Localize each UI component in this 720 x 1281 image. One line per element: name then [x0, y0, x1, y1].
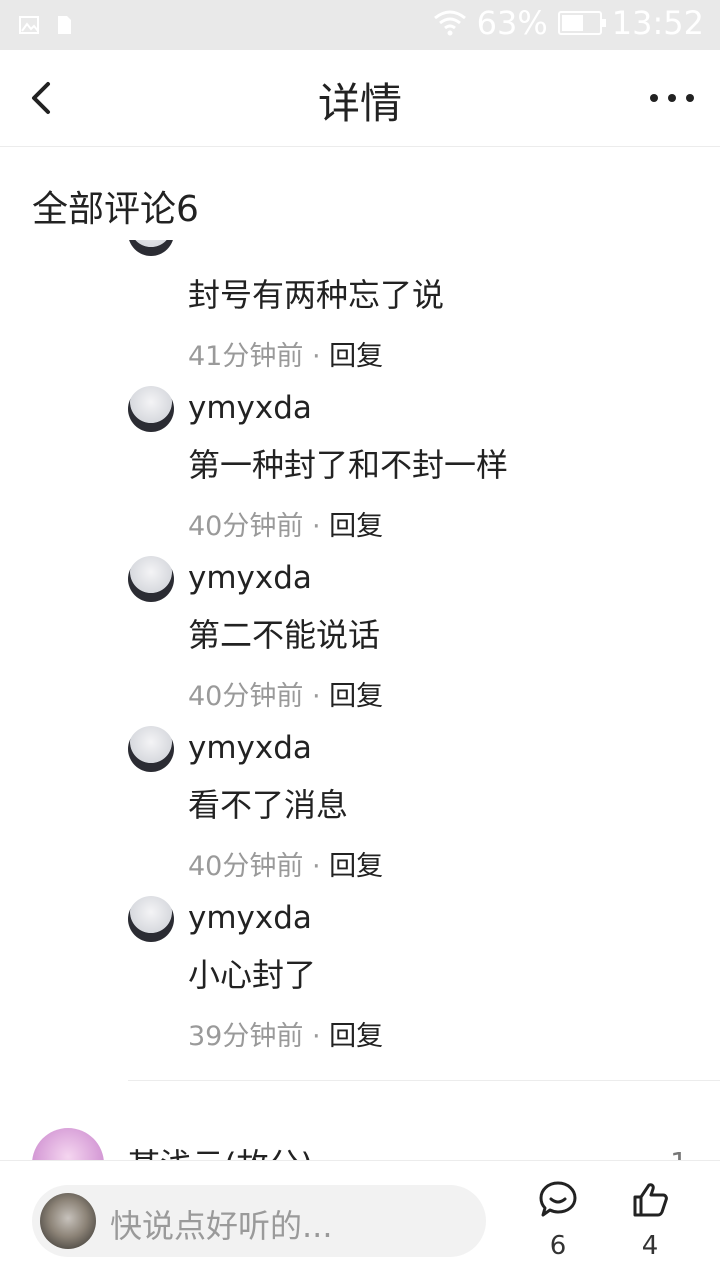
reply-time: 40分钟前 [188, 851, 304, 882]
avatar[interactable] [128, 240, 174, 256]
comment-count: 6 [549, 1231, 567, 1261]
reply-meta: 40分钟前 · 回复 [188, 681, 384, 712]
like-button[interactable]: 4 [620, 1179, 680, 1261]
reply-time: 40分钟前 [188, 681, 304, 712]
reply-meta: 39分钟前 · 回复 [188, 1021, 384, 1052]
reply-content: 第一种封了和不封一样 [188, 446, 509, 484]
more-options-icon[interactable] [644, 78, 700, 118]
user-avatar [40, 1193, 96, 1249]
page-title: 详情 [317, 79, 402, 128]
reply-username[interactable]: ymyxda [188, 390, 312, 426]
reply-button[interactable]: 回复 [329, 851, 383, 882]
reply-content: 小心封了 [188, 956, 317, 994]
wifi-icon [433, 10, 466, 36]
reply-meta: 40分钟前 · 回复 [188, 511, 384, 542]
thumbs-up-icon [633, 1183, 668, 1217]
clock: 13:52 [611, 4, 704, 42]
divider [128, 1080, 720, 1081]
reply-content: 第二不能说话 [188, 616, 381, 654]
battery-percent: 63% [476, 4, 548, 42]
reply-content: 看不了消息 [188, 786, 349, 824]
reply-button[interactable]: 回复 [329, 341, 383, 372]
comments-section-title: 全部评论6 [32, 189, 199, 230]
reply-username[interactable]: ymyxda [188, 560, 312, 596]
nav-bar: 详情 [0, 50, 720, 147]
reply-username[interactable]: ymyxda [188, 730, 312, 766]
reply-button[interactable]: 回复 [329, 511, 383, 542]
avatar[interactable] [128, 386, 174, 432]
avatar[interactable] [128, 556, 174, 602]
reply-time: 39分钟前 [188, 1021, 304, 1052]
avatar[interactable] [128, 896, 174, 942]
reply-meta: 41分钟前 · 回复 [188, 341, 384, 372]
image-notification-icon [19, 16, 39, 34]
avatar[interactable] [128, 726, 174, 772]
reply-list: 封号有两种忘了说 41分钟前 · 回复 ymyxda 第一种封了和不封一样 40… [0, 240, 720, 1160]
battery-icon [557, 11, 606, 35]
reply-time: 40分钟前 [188, 511, 304, 542]
comments-button[interactable]: 6 [528, 1179, 588, 1261]
reply-button[interactable]: 回复 [329, 1021, 383, 1052]
reply-meta: 40分钟前 · 回复 [188, 851, 384, 882]
bottom-action-bar: 快说点好听的... 6 4 [0, 1160, 720, 1281]
reply-time: 41分钟前 [188, 341, 304, 372]
status-bar: 63% 13:52 [0, 0, 720, 50]
comment-input-placeholder: 快说点好听的... [110, 1207, 333, 1245]
like-count: 4 [641, 1231, 659, 1261]
comment-bubble-icon [539, 1181, 577, 1217]
sim-card-icon [58, 16, 71, 34]
reply-button[interactable]: 回复 [329, 681, 383, 712]
reply-content: 封号有两种忘了说 [188, 276, 445, 314]
comment-input[interactable]: 快说点好听的... [32, 1185, 486, 1257]
reply-username[interactable]: ymyxda [188, 900, 312, 936]
